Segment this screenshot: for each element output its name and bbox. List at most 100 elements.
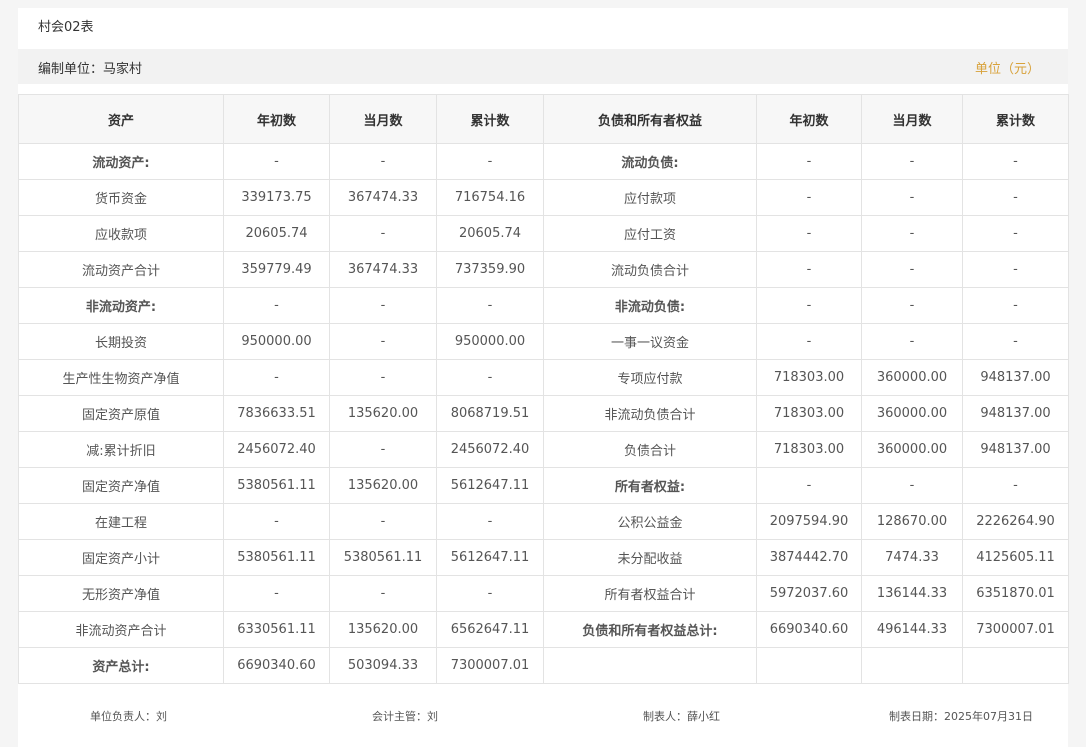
header-asset: 资产	[18, 94, 224, 144]
liability-begin-cell: -	[756, 179, 862, 216]
liability-begin-cell: 718303.00	[756, 395, 862, 432]
liability-begin-cell	[756, 647, 862, 684]
asset-name-cell: 资产总计:	[18, 647, 224, 684]
asset-begin-cell: 20605.74	[223, 215, 330, 252]
liability-begin-cell: -	[756, 215, 862, 252]
prepare-date: 制表日期：2025年07月31日	[889, 710, 1033, 723]
liability-name-cell: 负债合计	[543, 431, 757, 468]
header-liability: 负债和所有者权益	[543, 94, 757, 144]
liability-cumulative-cell: -	[962, 215, 1069, 252]
preparer: 制表人：薛小红	[643, 710, 720, 723]
asset-cumulative-cell: 950000.00	[436, 323, 544, 360]
asset-name-cell: 应收款项	[18, 215, 224, 252]
liability-cumulative-cell: 7300007.01	[962, 611, 1069, 648]
asset-cumulative-cell: 8068719.51	[436, 395, 544, 432]
liability-name-cell: 所有者权益合计	[543, 575, 757, 612]
header-month: 当月数	[329, 94, 437, 144]
table-row: 固定资产净值 5380561.11 135620.00 5612647.11 所有者权益…	[18, 467, 1069, 504]
asset-month-cell: -	[329, 143, 437, 180]
asset-begin-cell: 5380561.11	[223, 467, 330, 504]
table-row: 在建工程 - - - 公积公益金 2097594.90 128670.00 2226264.9…	[18, 503, 1069, 540]
table-row: 无形资产净值 - - - 所有者权益合计 5972037.60 136144.33 63518…	[18, 575, 1069, 612]
asset-name-cell: 流动资产:	[18, 143, 224, 180]
asset-begin-cell: 6690340.60	[223, 647, 330, 684]
asset-month-cell: 135620.00	[329, 395, 437, 432]
liability-name-cell: 流动负债:	[543, 143, 757, 180]
asset-name-cell: 流动资产合计	[18, 251, 224, 288]
accountant: 会计主管：刘	[372, 710, 438, 723]
asset-begin-cell: -	[223, 503, 330, 540]
asset-begin-cell: 7836633.51	[223, 395, 330, 432]
asset-month-cell: 367474.33	[329, 179, 437, 216]
liability-month-cell: -	[861, 179, 963, 216]
liability-cumulative-cell: -	[962, 251, 1069, 288]
liability-cumulative-cell: 6351870.01	[962, 575, 1069, 612]
asset-month-cell: 135620.00	[329, 467, 437, 504]
header-cumulative-liability: 累计数	[962, 94, 1069, 144]
liability-cumulative-cell: -	[962, 179, 1069, 216]
table-row: 固定资产小计 5380561.11 5380561.11 5612647.11 未分配收…	[18, 539, 1069, 576]
liability-name-cell	[543, 647, 757, 684]
compiling-unit: 编制单位：马家村	[38, 62, 143, 77]
asset-name-cell: 在建工程	[18, 503, 224, 540]
liability-cumulative-cell: -	[962, 287, 1069, 324]
balance-sheet-table: 资产 年初数 当月数 累计数 负债和所有者权益 年初数 当月数 累计数 流动资产…	[18, 94, 1069, 684]
asset-month-cell: -	[329, 575, 437, 612]
asset-name-cell: 固定资产原值	[18, 395, 224, 432]
liability-name-cell: 一事一议资金	[543, 323, 757, 360]
liability-month-cell	[861, 647, 963, 684]
asset-name-cell: 长期投资	[18, 323, 224, 360]
asset-name-cell: 无形资产净值	[18, 575, 224, 612]
asset-cumulative-cell: 6562647.11	[436, 611, 544, 648]
asset-cumulative-cell: -	[436, 143, 544, 180]
asset-month-cell: -	[329, 431, 437, 468]
header-cumulative: 累计数	[436, 94, 544, 144]
header-begin: 年初数	[223, 94, 330, 144]
liability-cumulative-cell: -	[962, 467, 1069, 504]
liability-month-cell: -	[861, 467, 963, 504]
table-row: 流动资产合计 359779.49 367474.33 737359.90 流动负债合计 -…	[18, 251, 1069, 288]
asset-cumulative-cell: 20605.74	[436, 215, 544, 252]
liability-name-cell: 非流动负债:	[543, 287, 757, 324]
liability-name-cell: 所有者权益:	[543, 467, 757, 504]
header-month-liability: 当月数	[861, 94, 963, 144]
table-row: 流动资产: - - - 流动负债: - - -	[18, 143, 1069, 180]
asset-month-cell: -	[329, 287, 437, 324]
liability-name-cell: 负债和所有者权益总计:	[543, 611, 757, 648]
liability-cumulative-cell: 948137.00	[962, 395, 1069, 432]
table-row: 固定资产原值 7836633.51 135620.00 8068719.51 非流动负债…	[18, 395, 1069, 432]
liability-name-cell: 专项应付款	[543, 359, 757, 396]
liability-cumulative-cell: -	[962, 323, 1069, 360]
table-row: 非流动资产: - - - 非流动负债: - - -	[18, 287, 1069, 324]
liability-begin-cell: 718303.00	[756, 359, 862, 396]
table-row: 资产总计: 6690340.60 503094.33 7300007.01	[18, 647, 1069, 684]
liability-begin-cell: 718303.00	[756, 431, 862, 468]
liability-name-cell: 公积公益金	[543, 503, 757, 540]
report-page: 村会02表 编制单位：马家村 单位（元） 资产 年初数 当月数 累计数 负债和所…	[18, 8, 1069, 747]
asset-month-cell: -	[329, 503, 437, 540]
asset-cumulative-cell: 5612647.11	[436, 539, 544, 576]
asset-begin-cell: -	[223, 575, 330, 612]
asset-name-cell: 非流动资产合计	[18, 611, 224, 648]
header-begin-liability: 年初数	[756, 94, 862, 144]
liability-cumulative-cell: 2226264.90	[962, 503, 1069, 540]
liability-month-cell: 360000.00	[861, 431, 963, 468]
unit-head: 单位负责人：刘	[90, 710, 167, 723]
table-row: 减:累计折旧 2456072.40-2456072.40 负债合计 718303.00…	[18, 431, 1069, 468]
asset-month-cell: 135620.00	[329, 611, 437, 648]
liability-begin-cell: 5972037.60	[756, 575, 862, 612]
asset-cumulative-cell: 7300007.01	[436, 647, 544, 684]
asset-name-cell: 减:累计折旧	[18, 431, 224, 468]
table-row: 货币资金 339173.75 367474.33 716754.16 应付款项 - - -	[18, 179, 1069, 216]
liability-month-cell: -	[861, 251, 963, 288]
liability-name-cell: 应付工资	[543, 215, 757, 252]
asset-cumulative-cell: -	[436, 503, 544, 540]
asset-cumulative-cell: 5612647.11	[436, 467, 544, 504]
asset-month-cell: 503094.33	[329, 647, 437, 684]
liability-cumulative-cell: 948137.00	[962, 359, 1069, 396]
liability-begin-cell: -	[756, 467, 862, 504]
liability-name-cell: 非流动负债合计	[543, 395, 757, 432]
asset-name-cell: 固定资产小计	[18, 539, 224, 576]
liability-name-cell: 应付款项	[543, 179, 757, 216]
asset-begin-cell: -	[223, 143, 330, 180]
